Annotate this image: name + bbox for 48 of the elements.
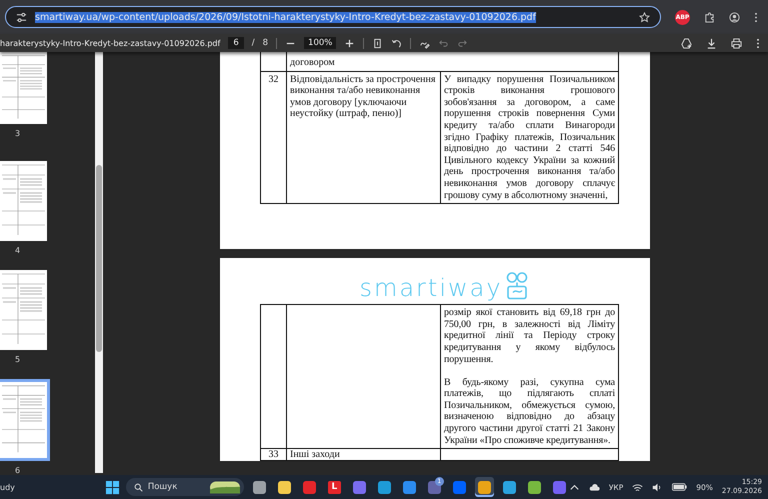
robot-logo-icon — [504, 271, 529, 302]
rotate-icon[interactable] — [391, 38, 402, 48]
puzzle-icon[interactable] — [704, 12, 715, 22]
row-text: У випадку порушення Позичальником строків виконання грошового зобов'язання за договором, а саме порушення строків повернення Суми кредиту та/або сплати Винагороди згідно Графіку платежів, Позичальник відповідно до частини 2 статті 546 Цивільного кодексу України за кожний день прострочення виконання та/або невиконання умов договору сплачує грошову суму в абсолютному значенні, — [444, 74, 616, 202]
wifi-icon[interactable] — [632, 482, 644, 492]
zoom-field[interactable]: 100% — [304, 37, 336, 49]
row-text: В будь-якому разі, сукупна сума платежів, що підлягають сплаті Позичальником, обмежується сумою, визначеною відповідно до абзацу другого частини другої статті 21 Закону України «Про споживче кредитування». — [444, 376, 615, 446]
page-number-field[interactable]: 6 — [228, 37, 244, 49]
site-info-icon[interactable] — [16, 12, 27, 22]
search-field[interactable]: Пошук — [126, 478, 244, 496]
page-thumbnail[interactable] — [0, 379, 50, 461]
row-title: Відповідальність за прострочення виконання та/або невиконання умов договору [уключаючи неустойку (штраф, пеню)] — [290, 74, 436, 120]
scrollbar[interactable] — [95, 52, 103, 473]
row-number: 32 — [268, 74, 278, 85]
page-number-label: 3 — [15, 129, 20, 138]
page-number-label: 4 — [15, 246, 20, 255]
logo-text: smartiway — [359, 274, 503, 302]
profile-icon[interactable] — [729, 12, 740, 22]
row-title: договором — [290, 57, 335, 68]
menu-icon[interactable] — [754, 12, 758, 22]
row-title: Інші заходи — [290, 449, 340, 460]
weather-text[interactable]: udy — [0, 482, 95, 492]
page-total: 8 — [262, 38, 268, 48]
url-text: smartiway.ua/wp-content/uploads/2026/09/Istotni-harakterystyky-Intro-Kredyt-bez-zastavy-01092026.pdf — [35, 12, 536, 22]
undo-icon[interactable] — [438, 38, 450, 48]
page-separator: / — [252, 38, 255, 48]
row-text: розмір якої становить від 69,18 грн до 750,00 грн, в залежності від Ліміту кредитної лінії та Періоду строку кредитування у якому відбулось порушення. — [444, 307, 615, 366]
cloud-icon[interactable] — [588, 482, 600, 492]
page-number-label: 5 — [15, 355, 20, 364]
bookmark-star-icon[interactable] — [639, 12, 650, 22]
print-icon[interactable] — [731, 38, 742, 48]
battery-icon[interactable] — [672, 483, 688, 491]
fit-page-icon[interactable] — [372, 38, 384, 48]
search-placeholder: Пошук — [148, 482, 178, 492]
address-field[interactable]: smartiway.ua/wp-content/uploads/2026/09/Istotni-harakterystyky-Intro-Kredyt-bez-zastavy-01092026.pdf — [5, 6, 661, 28]
row-number: 33 — [268, 449, 278, 460]
zoom-in-icon[interactable] — [344, 38, 356, 48]
page-thumbnail[interactable] — [0, 270, 47, 350]
document-title: harakterystyky-Intro-Kredyt-bez-zastavy-01092026.pdf — [0, 38, 220, 48]
page-thumbnail[interactable] — [0, 161, 47, 241]
more-icon[interactable] — [756, 38, 760, 48]
page-thumbnail[interactable] — [0, 52, 47, 124]
download-icon[interactable] — [706, 38, 717, 48]
landscape-picture-icon — [210, 480, 240, 494]
redo-icon[interactable] — [457, 38, 468, 48]
windows-start-icon[interactable] — [104, 480, 120, 494]
page-number-label: 6 — [15, 466, 20, 475]
search-icon — [134, 482, 143, 492]
